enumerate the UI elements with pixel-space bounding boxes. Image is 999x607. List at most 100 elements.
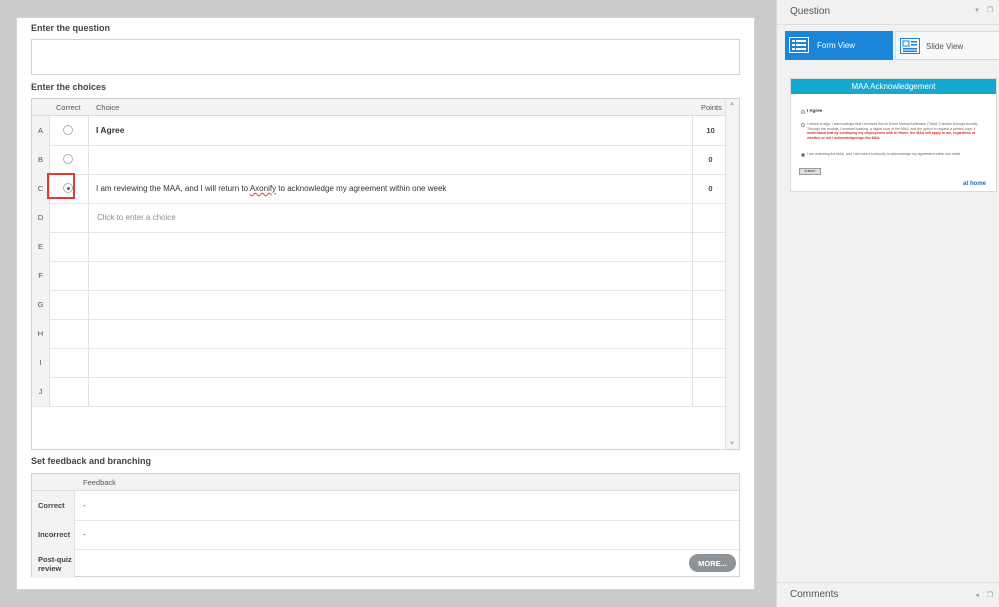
choices-scrollbar[interactable]: ▲ ▼ (725, 99, 739, 449)
highlight-box (47, 173, 75, 199)
correct-cell (49, 145, 89, 174)
choice-letter: A (32, 116, 50, 145)
choice-text[interactable] (89, 319, 693, 348)
form-view-button[interactable]: Form View (785, 31, 893, 60)
choice-letter: H (32, 319, 50, 348)
question-side-panel: Question ▾ ❐ Form View Slide View MAA Ac… (776, 0, 999, 607)
preview-radio (801, 123, 805, 127)
feedback-value[interactable]: - (83, 520, 86, 549)
correct-radio-b[interactable] (63, 154, 73, 164)
points-value[interactable]: 10 (694, 116, 727, 145)
choice-column-header: Choice (96, 103, 120, 112)
points-value[interactable] (694, 348, 727, 377)
points-value[interactable] (694, 261, 727, 290)
choice-text[interactable] (89, 145, 693, 174)
comments-label: Comments (790, 589, 839, 600)
question-editor-panel: Enter the question Enter the choices Cor… (16, 17, 755, 590)
slide-preview[interactable]: MAA Acknowledgement I Agree I refuse to … (790, 78, 997, 192)
choices-table-header: Correct Choice Points (32, 99, 727, 116)
view-toggle: Form View Slide View (785, 31, 999, 60)
choice-text[interactable]: I am reviewing the MAA, and I will retur… (89, 174, 693, 203)
panel-controls: ▾ ❐ (975, 6, 993, 14)
feedback-label: Incorrect (32, 520, 75, 549)
form-view-icon (789, 37, 809, 53)
choice-row-h[interactable]: H (32, 319, 727, 349)
correct-cell (49, 232, 89, 261)
scroll-down-icon[interactable]: ▼ (729, 441, 735, 447)
scroll-up-icon[interactable]: ▲ (729, 101, 735, 107)
choice-row-b[interactable]: B 0 (32, 145, 727, 175)
correct-cell (49, 348, 89, 377)
feedback-table: Feedback Correct - Incorrect - Post-quiz… (31, 473, 740, 578)
points-value[interactable] (694, 203, 727, 232)
feedback-column-header: Feedback (83, 478, 116, 487)
slide-view-icon (900, 38, 920, 54)
preview-title: MAA Acknowledgement (791, 79, 996, 94)
comments-controls: ◂ ❐ (975, 591, 993, 599)
preview-option-1: I Agree (807, 108, 823, 113)
choice-text[interactable]: I Agree (89, 116, 693, 145)
panel-title: Question (790, 6, 831, 17)
feedback-label: Post-quiz review (32, 549, 75, 578)
feedback-row-correct[interactable]: Correct - (32, 491, 739, 521)
more-button[interactable]: MORE... (689, 554, 736, 572)
points-value[interactable] (694, 290, 727, 319)
choice-row-c[interactable]: C I am reviewing the MAA, and I will ret… (32, 174, 727, 204)
choice-row-i[interactable]: I (32, 348, 727, 378)
feedback-row-post-quiz-review[interactable]: Post-quiz review MORE... (32, 549, 739, 578)
choice-row-e[interactable]: E (32, 232, 727, 262)
choice-letter: E (32, 232, 50, 261)
preview-submit-button: SUBMIT (799, 168, 821, 175)
choice-placeholder[interactable]: Click to enter a choice (89, 203, 693, 232)
choice-text-part: to acknowledge my agreement within one w… (276, 184, 447, 193)
expand-left-icon[interactable]: ◂ (975, 592, 979, 599)
feedback-value[interactable]: - (83, 491, 86, 520)
choice-text-part: I am reviewing the MAA, and I will retur… (96, 184, 250, 193)
preview-radio-selected (801, 153, 805, 157)
correct-cell (49, 203, 89, 232)
feedback-section-label: Set feedback and branching (31, 456, 152, 466)
feedback-table-header: Feedback (32, 474, 739, 491)
choice-text[interactable] (89, 290, 693, 319)
question-section-label: Enter the question (31, 23, 111, 33)
collapse-icon[interactable]: ▾ (975, 7, 979, 14)
restore-window-icon[interactable]: ❐ (987, 7, 993, 14)
choice-row-g[interactable]: G (32, 290, 727, 320)
points-value[interactable] (694, 232, 727, 261)
preview-option-2-text: I refuse to sign. I acknowledge that I r… (807, 122, 978, 131)
choice-letter: J (32, 377, 50, 406)
preview-option-3: I am reviewing the MAA, and I will retur… (807, 152, 961, 156)
restore-window-icon[interactable]: ❐ (987, 592, 993, 599)
choice-text[interactable] (89, 261, 693, 290)
preview-logo: at home (962, 181, 986, 187)
choice-letter: D (32, 203, 50, 232)
slide-view-button[interactable]: Slide View (895, 31, 999, 60)
question-input[interactable] (31, 39, 740, 75)
correct-column-header: Correct (56, 103, 81, 112)
correct-radio-a[interactable] (63, 125, 73, 135)
choice-text[interactable] (89, 348, 693, 377)
points-value[interactable] (694, 377, 727, 406)
correct-cell (49, 116, 89, 145)
correct-cell (49, 377, 89, 406)
points-value[interactable] (694, 319, 727, 348)
choices-table: Correct Choice Points A I Agree 10 B 0 C… (31, 98, 740, 450)
choice-row-a[interactable]: A I Agree 10 (32, 116, 727, 146)
feedback-row-incorrect[interactable]: Incorrect - (32, 520, 739, 550)
choices-section-label: Enter the choices (31, 82, 107, 92)
choice-letter: I (32, 348, 50, 377)
choice-letter: B (32, 145, 50, 174)
points-value[interactable]: 0 (694, 174, 727, 203)
slide-view-label: Slide View (926, 42, 964, 51)
correct-cell (49, 319, 89, 348)
panel-header: Question ▾ ❐ (777, 0, 999, 25)
choice-letter: F (32, 261, 50, 290)
correct-cell (49, 290, 89, 319)
points-value[interactable]: 0 (694, 145, 727, 174)
choice-row-j[interactable]: J (32, 377, 727, 407)
choice-text[interactable] (89, 232, 693, 261)
choice-text[interactable] (89, 377, 693, 406)
choice-row-f[interactable]: F (32, 261, 727, 291)
choice-row-d[interactable]: D Click to enter a choice (32, 203, 727, 233)
comments-bar: Comments ◂ ❐ (777, 582, 999, 607)
